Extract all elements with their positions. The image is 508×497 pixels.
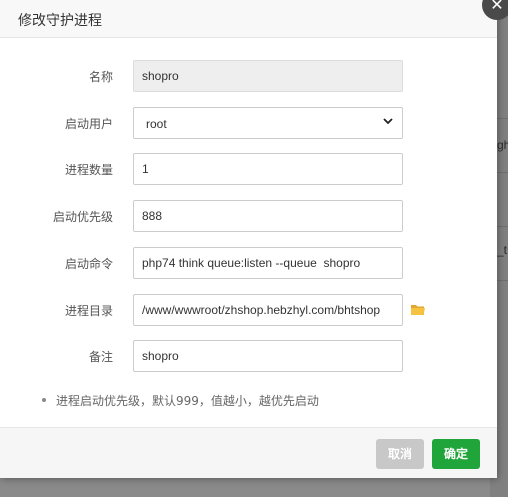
command-input[interactable] (133, 247, 403, 279)
priority-label: 启动优先级 (52, 210, 113, 224)
form-row-num-procs: 进程数量 (0, 153, 497, 185)
dialog-header: 修改守护进程 (0, 0, 497, 38)
name-input[interactable] (133, 60, 403, 92)
dialog-title: 修改守护进程 (18, 13, 102, 29)
tips-note: 进程启动优先级，默认999，值越小，越优先启动 (42, 392, 319, 409)
command-label: 启动命令 (64, 257, 113, 271)
directory-label: 进程目录 (64, 304, 113, 318)
edit-daemon-dialog: 修改守护进程 名称 启动用户 root 进程数量 启动优先级 启动命令 进程目录 (0, 0, 497, 478)
background-text: _t (497, 243, 508, 257)
directory-input[interactable] (133, 294, 403, 326)
remark-input[interactable] (133, 340, 403, 372)
user-label: 启动用户 (64, 117, 113, 131)
remark-label: 备注 (88, 350, 113, 364)
dialog-footer: 取消 确定 (0, 427, 497, 478)
form-row-priority: 启动优先级 (0, 200, 497, 232)
num-procs-input[interactable] (133, 153, 403, 185)
tips-text: 进程启动优先级，默认999，值越小，越优先启动 (56, 394, 319, 408)
folder-icon[interactable] (410, 302, 426, 316)
name-label: 名称 (88, 70, 113, 84)
form-row-name: 名称 (0, 60, 497, 92)
form-row-remark: 备注 (0, 340, 497, 372)
form-row-user: 启动用户 root (0, 107, 497, 139)
user-select-value: root (146, 117, 167, 131)
chevron-down-icon (382, 115, 394, 130)
background-text: gh (497, 138, 508, 152)
form-row-directory: 进程目录 (0, 294, 497, 326)
num-procs-label: 进程数量 (64, 163, 113, 177)
form-row-command: 启动命令 (0, 247, 497, 279)
user-select[interactable]: root (133, 107, 403, 139)
priority-input[interactable] (133, 200, 403, 232)
confirm-button[interactable]: 确定 (432, 439, 480, 469)
bullet-icon (42, 397, 46, 402)
cancel-button[interactable]: 取消 (376, 439, 424, 469)
